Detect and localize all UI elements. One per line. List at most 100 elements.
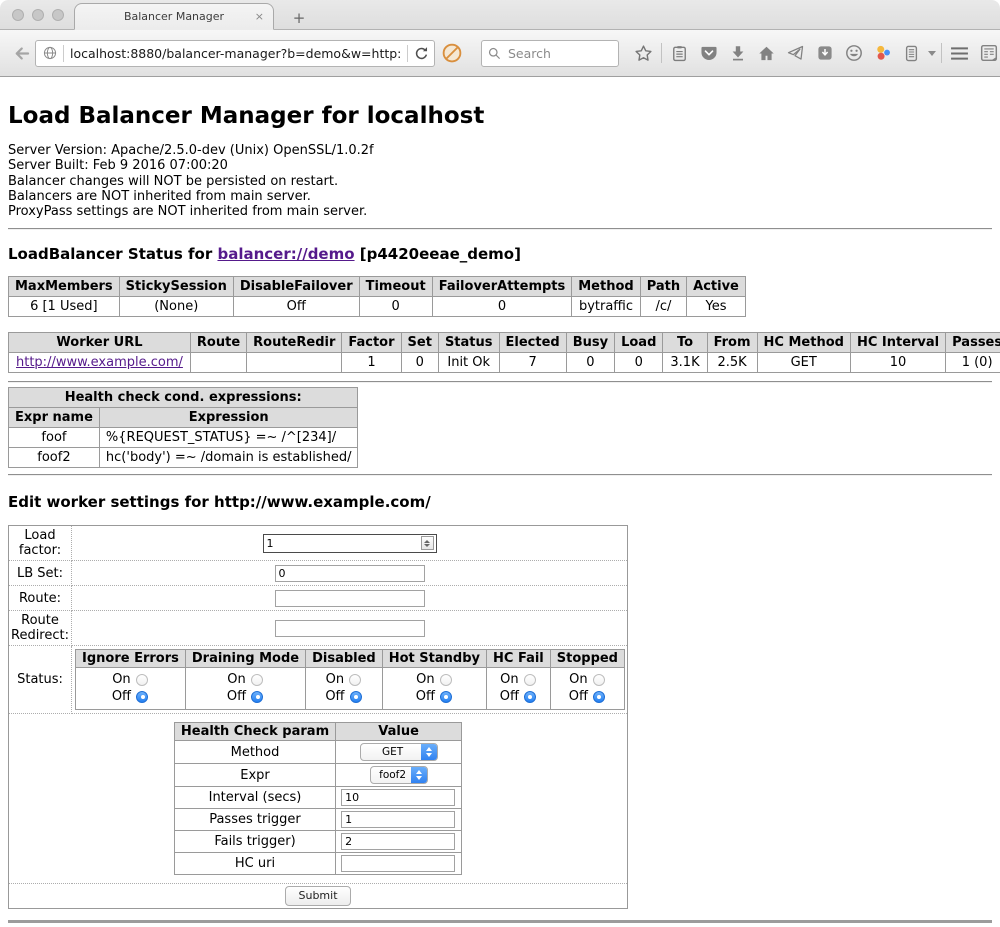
cell-maxmembers: 6 [1 Used] bbox=[9, 297, 120, 317]
server-built-line: Server Built: Feb 9 2016 07:00:20 bbox=[8, 158, 992, 173]
off-label: Off bbox=[500, 688, 519, 705]
lb-set-input[interactable] bbox=[275, 565, 425, 582]
downloads-icon[interactable] bbox=[723, 38, 752, 68]
minimize-window-button[interactable] bbox=[32, 9, 44, 21]
hc-uri-input[interactable] bbox=[341, 855, 455, 872]
close-window-button[interactable] bbox=[12, 9, 24, 21]
load-factor-input[interactable] bbox=[264, 537, 421, 550]
color-dots-icon[interactable] bbox=[868, 38, 897, 68]
tab-close-icon[interactable]: × bbox=[255, 10, 264, 23]
radio-ignore-errors-on[interactable] bbox=[136, 674, 148, 686]
hc-expressions-title: Health check cond. expressions: bbox=[9, 388, 358, 408]
cell-disablefailover: Off bbox=[233, 297, 359, 317]
route-redirect-input[interactable] bbox=[275, 620, 425, 637]
col-expr-name: Expr name bbox=[9, 408, 100, 428]
passes-input[interactable] bbox=[341, 811, 455, 828]
col-failoverattempts: FailoverAttempts bbox=[432, 277, 572, 297]
divider bbox=[8, 474, 992, 476]
radio-disabled-on[interactable] bbox=[349, 674, 361, 686]
expr-select[interactable]: foof2 bbox=[370, 766, 428, 784]
cell-passes: 1 (0) bbox=[946, 353, 1000, 373]
status-radios-table: Ignore Errors Draining Mode Disabled Hot… bbox=[75, 649, 625, 710]
submit-button[interactable]: Submit bbox=[285, 886, 350, 906]
table-row: foof2 hc('body') =~ /domain is establish… bbox=[9, 448, 358, 468]
cell-expr-name: foof bbox=[9, 428, 100, 448]
cell-to: 3.1K bbox=[663, 353, 707, 373]
menu-icon[interactable] bbox=[945, 38, 974, 68]
table-header-row: Expr name Expression bbox=[9, 408, 358, 428]
page-title: Load Balancer Manager for localhost bbox=[8, 103, 992, 129]
hc-uri-label: HC uri bbox=[174, 853, 335, 875]
cell-load: 0 bbox=[615, 353, 663, 373]
balancer-link[interactable]: balancer://demo bbox=[217, 245, 354, 263]
server-info: Server Version: Apache/2.5.0-dev (Unix) … bbox=[8, 143, 992, 219]
radio-draining-mode-off[interactable] bbox=[251, 691, 263, 703]
globe-icon[interactable] bbox=[43, 46, 57, 60]
cell-failoverattempts: 0 bbox=[432, 297, 572, 317]
load-factor-stepper[interactable] bbox=[263, 534, 437, 553]
off-label: Off bbox=[569, 688, 588, 705]
new-tab-button[interactable]: + bbox=[288, 9, 310, 27]
on-label: On bbox=[416, 671, 434, 688]
notes-grid-icon[interactable] bbox=[974, 38, 1000, 68]
side-panel-icon[interactable] bbox=[897, 38, 926, 68]
col-expression: Expression bbox=[99, 408, 358, 428]
back-icon[interactable] bbox=[12, 44, 31, 63]
worker-url-link[interactable]: http://www.example.com/ bbox=[16, 355, 183, 370]
zoom-window-button[interactable] bbox=[52, 9, 64, 21]
col-disabled: Disabled bbox=[306, 650, 383, 668]
col-status: Status bbox=[438, 333, 499, 353]
cell-from: 2.5K bbox=[707, 353, 757, 373]
col-busy: Busy bbox=[566, 333, 614, 353]
on-label: On bbox=[500, 671, 518, 688]
radio-disabled-off[interactable] bbox=[350, 691, 362, 703]
chevron-down-icon[interactable] bbox=[928, 51, 936, 56]
radio-hot-standby-on[interactable] bbox=[440, 674, 452, 686]
reload-icon[interactable] bbox=[414, 46, 429, 61]
form-row-route: Route: bbox=[9, 586, 628, 611]
hc-header-row: Health Check param Value bbox=[174, 723, 461, 741]
heading-suffix: [p4420eeae_demo] bbox=[360, 245, 521, 263]
expr-label: Expr bbox=[174, 764, 335, 787]
radio-hot-standby-off[interactable] bbox=[440, 691, 452, 703]
radio-ignore-errors-off[interactable] bbox=[136, 691, 148, 703]
tab-balancer-manager[interactable]: Balancer Manager × bbox=[74, 3, 274, 30]
cell-active: Yes bbox=[687, 297, 746, 317]
cell-stickysession: (None) bbox=[119, 297, 233, 317]
url-bar[interactable]: localhost:8880/balancer-manager?b=demo&w… bbox=[35, 40, 435, 67]
content-blocker-icon[interactable] bbox=[442, 43, 462, 63]
radio-hc-fail-on[interactable] bbox=[524, 674, 536, 686]
hc-row-expr: Expr foof2 bbox=[174, 764, 461, 787]
server-version-line: Server Version: Apache/2.5.0-dev (Unix) … bbox=[8, 143, 992, 158]
interval-input[interactable] bbox=[341, 789, 455, 806]
feedback-smiley-icon[interactable] bbox=[839, 38, 868, 68]
radio-stopped-off[interactable] bbox=[593, 691, 605, 703]
status-header-row: Ignore Errors Draining Mode Disabled Hot… bbox=[76, 650, 625, 668]
page-bottom-divider bbox=[8, 920, 992, 923]
url-text[interactable]: localhost:8880/balancer-manager?b=demo&w… bbox=[70, 46, 401, 61]
send-tab-icon[interactable] bbox=[781, 38, 810, 68]
method-select[interactable]: GET bbox=[360, 743, 438, 761]
health-check-param-table: Health Check param Value Method GET bbox=[174, 722, 462, 875]
urlbar-divider bbox=[407, 45, 408, 62]
route-input[interactable] bbox=[275, 590, 425, 607]
bookmark-star-icon[interactable] bbox=[629, 38, 658, 68]
radio-stopped-on[interactable] bbox=[593, 674, 605, 686]
fails-input[interactable] bbox=[341, 833, 455, 850]
home-icon[interactable] bbox=[752, 38, 781, 68]
toolbar-icons bbox=[629, 38, 1000, 68]
search-bar[interactable] bbox=[481, 40, 619, 67]
radio-hc-fail-off[interactable] bbox=[524, 691, 536, 703]
search-icon bbox=[488, 47, 501, 60]
load-factor-label: Load factor: bbox=[9, 526, 72, 561]
col-hc-param: Health Check param bbox=[174, 723, 335, 741]
screenshot-icon[interactable] bbox=[810, 38, 839, 68]
pocket-icon[interactable] bbox=[694, 38, 723, 68]
search-input[interactable] bbox=[506, 45, 612, 62]
radio-draining-mode-on[interactable] bbox=[251, 674, 263, 686]
browser-window: Balancer Manager × + localhost:8880/bala… bbox=[0, 0, 1000, 927]
tab-title: Balancer Manager bbox=[124, 10, 224, 23]
reading-list-icon[interactable] bbox=[665, 38, 694, 68]
col-route: Route bbox=[190, 333, 246, 353]
number-spinner-icon[interactable] bbox=[421, 536, 434, 550]
